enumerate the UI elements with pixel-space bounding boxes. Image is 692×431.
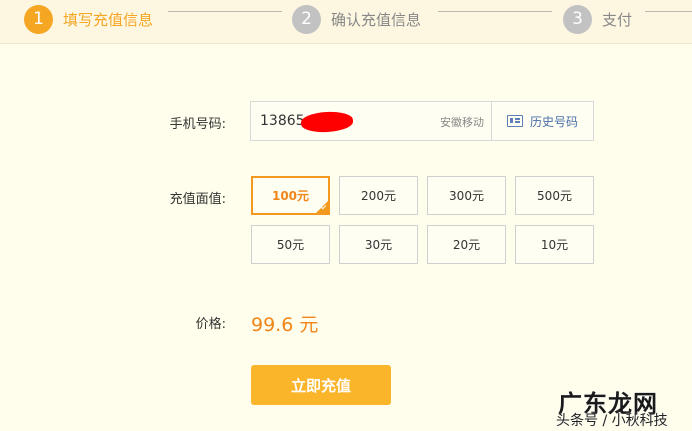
step-label: 填写充值信息 [63, 10, 154, 29]
amount-option-label: 30元 [364, 238, 393, 252]
phone-number-value: 13865 [260, 113, 305, 129]
step-connector [438, 11, 552, 12]
amount-option-100[interactable]: 100元 [251, 176, 330, 215]
step-number-badge: 1 [24, 4, 53, 34]
phone-number-label: 手机号码: [169, 117, 226, 132]
amount-option-label: 50元 [276, 238, 305, 252]
price-label: 价格: [195, 317, 226, 332]
amount-option-30[interactable]: 30元 [339, 225, 418, 264]
contact-card-icon [506, 115, 523, 127]
step-number-badge: 2 [292, 4, 321, 34]
amount-option-label: 100元 [271, 189, 310, 203]
amount-option-label: 500元 [537, 189, 572, 203]
amount-option-label: 300元 [449, 189, 484, 203]
step-label: 确认充值信息 [331, 10, 422, 29]
amount-option-50[interactable]: 50元 [251, 225, 330, 264]
amount-option-20[interactable]: 20元 [427, 225, 506, 264]
carrier-label: 安徽移动 [440, 116, 484, 129]
amount-option-500[interactable]: 500元 [515, 176, 594, 215]
step-number-badge: 3 [563, 4, 592, 34]
step-fill-info: 1 填写充值信息 [24, 4, 153, 34]
amount-option-label: 200元 [361, 189, 396, 203]
amount-option-label: 20元 [452, 238, 481, 252]
amount-option-label: 10元 [540, 238, 569, 252]
step-confirm-info: 2 确认充值信息 [292, 4, 421, 34]
price-value: 99.6 元 [251, 314, 319, 336]
history-numbers-button[interactable]: 历史号码 [492, 101, 594, 141]
amount-option-300[interactable]: 300元 [427, 176, 506, 215]
recharge-amount-label: 充值面值: [169, 192, 226, 207]
step-connector [645, 11, 692, 12]
amount-option-200[interactable]: 200元 [339, 176, 418, 215]
history-numbers-label: 历史号码 [529, 114, 578, 129]
amount-option-10[interactable]: 10元 [515, 225, 594, 264]
step-progress-bar: 1 填写充值信息 2 确认充值信息 3 支付 [0, 0, 692, 44]
redaction-mark [300, 110, 354, 134]
recharge-now-button[interactable]: 立即充值 [251, 365, 391, 405]
step-connector [168, 11, 282, 12]
selected-check-icon [315, 200, 329, 214]
step-pay: 3 支付 [563, 4, 632, 34]
watermark-source-text: 头条号 / 小秋科技 [556, 413, 668, 429]
step-label: 支付 [602, 10, 633, 29]
phone-number-input[interactable]: 13865 安徽移动 [250, 101, 492, 141]
